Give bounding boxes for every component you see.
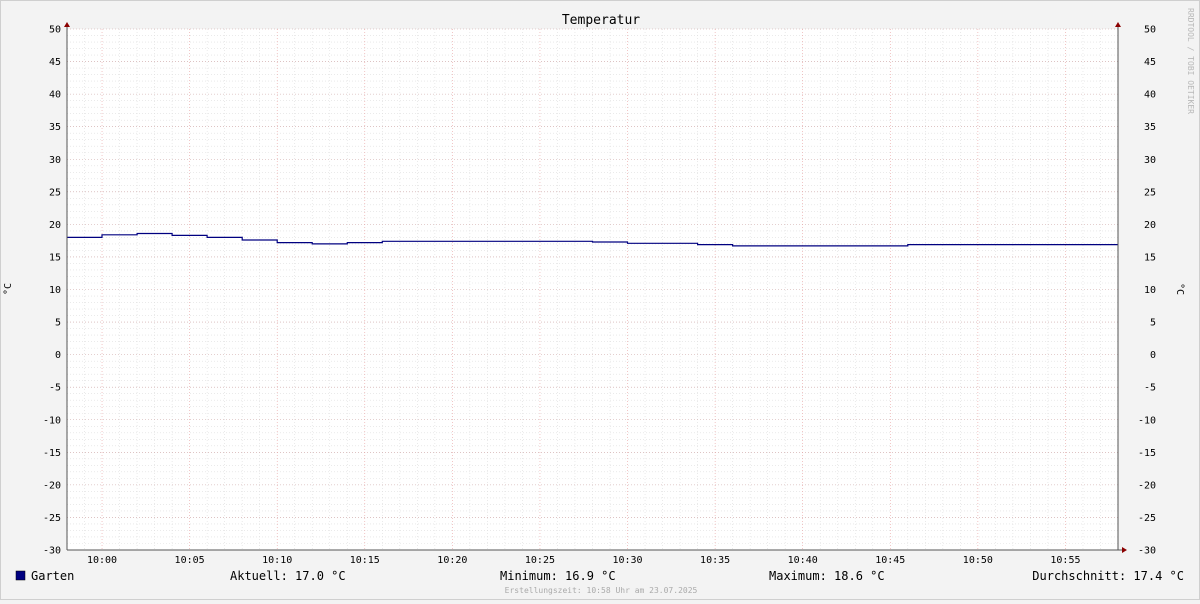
y-tick-label-left: 40 <box>49 90 61 101</box>
y-tick-label-right: 35 <box>1144 122 1156 133</box>
watermark-text: RRDTOOL / TOBI OETIKER <box>1186 8 1195 114</box>
y-tick-label-right: 25 <box>1144 187 1156 198</box>
y-tick-label-left: 30 <box>49 155 61 166</box>
y-tick-label-left: 35 <box>49 122 61 133</box>
y-axis-right: -30 -25 -20 -15 -10 -5 0 5 10 15 20 25 30 35 40 45 50 <box>1138 25 1156 557</box>
y-tick-label-left: 0 <box>55 350 61 361</box>
y-tick-label-right: 10 <box>1144 285 1156 296</box>
y-tick-label-left: 50 <box>49 25 61 36</box>
y-tick-label-left: 5 <box>55 318 61 329</box>
y-axis-label-left: °C <box>3 283 14 295</box>
y-tick-label-left: 20 <box>49 220 61 231</box>
x-tick-label: 10:40 <box>788 555 818 566</box>
legend-average: Durchschnitt: 17.4 °C <box>1032 569 1184 583</box>
chart-window: -30 -25 -20 -15 -10 -5 0 5 10 15 20 25 30 35 40 45 50 -3… <box>0 0 1200 600</box>
y-tick-label-right: 45 <box>1144 57 1156 68</box>
creation-time: Erstellungszeit: 10:58 Uhr am 23.07.2025 <box>505 586 698 595</box>
legend-swatch-garten <box>15 570 26 581</box>
y-tick-label-right: 15 <box>1144 252 1156 263</box>
y-tick-label-right: -10 <box>1138 415 1156 426</box>
y-tick-label-right: -30 <box>1138 546 1156 557</box>
x-tick-label: 10:05 <box>175 555 205 566</box>
chart-title: Temperatur <box>562 13 640 28</box>
y-tick-label-right: -5 <box>1144 383 1156 394</box>
x-tick-label: 10:35 <box>700 555 730 566</box>
y-tick-label-left: 45 <box>49 57 61 68</box>
y-tick-label-left: -10 <box>43 415 61 426</box>
y-tick-label-right: 40 <box>1144 90 1156 101</box>
y-tick-label-right: 20 <box>1144 220 1156 231</box>
y-tick-label-right: -15 <box>1138 448 1156 459</box>
x-tick-label: 10:25 <box>525 555 555 566</box>
x-tick-label: 10:00 <box>87 555 117 566</box>
y-tick-label-right: 30 <box>1144 155 1156 166</box>
x-tick-label: 10:30 <box>612 555 642 566</box>
y-tick-label-left: 10 <box>49 285 61 296</box>
y-axis-label-right: °C <box>1174 283 1185 295</box>
x-tick-label: 10:50 <box>963 555 993 566</box>
x-tick-label: 10:10 <box>262 555 292 566</box>
y-tick-label-right: 50 <box>1144 25 1156 36</box>
x-tick-label: 10:20 <box>437 555 467 566</box>
legend-series-name: Garten <box>31 569 74 583</box>
y-tick-label-right: 0 <box>1150 350 1156 361</box>
y-tick-label-left: 25 <box>49 187 61 198</box>
legend-maximum: Maximum: 18.6 °C <box>769 569 885 583</box>
y-tick-label-left: -30 <box>43 546 61 557</box>
y-tick-label-right: -20 <box>1138 480 1156 491</box>
y-tick-label-left: -5 <box>49 383 61 394</box>
y-tick-label-left: -15 <box>43 448 61 459</box>
legend-current: Aktuell: 17.0 °C <box>230 569 346 583</box>
x-tick-label: 10:45 <box>875 555 905 566</box>
x-tick-label: 10:15 <box>350 555 380 566</box>
y-tick-label-left: 15 <box>49 252 61 263</box>
y-tick-label-left: -25 <box>43 513 61 524</box>
y-axis-left: -30 -25 -20 -15 -10 -5 0 5 10 15 20 25 30 35 40 45 50 <box>43 25 61 557</box>
y-axis-arrow-right-icon <box>1115 22 1121 27</box>
x-axis-arrow-icon <box>1122 547 1127 553</box>
y-tick-label-right: -25 <box>1138 513 1156 524</box>
temperature-chart: -30-25-20-15-10-505101520253035404550 -3… <box>3 8 1195 595</box>
legend-minimum: Minimum: 16.9 °C <box>500 569 616 583</box>
y-tick-label-right: 5 <box>1150 318 1156 329</box>
x-tick-label: 10:55 <box>1050 555 1080 566</box>
y-tick-label-left: -20 <box>43 480 61 491</box>
y-axis-arrow-left-icon <box>64 22 70 27</box>
x-axis: 10:00 10:05 10:10 10:15 10:20 10:25 10:30 10:35… <box>87 555 1081 566</box>
